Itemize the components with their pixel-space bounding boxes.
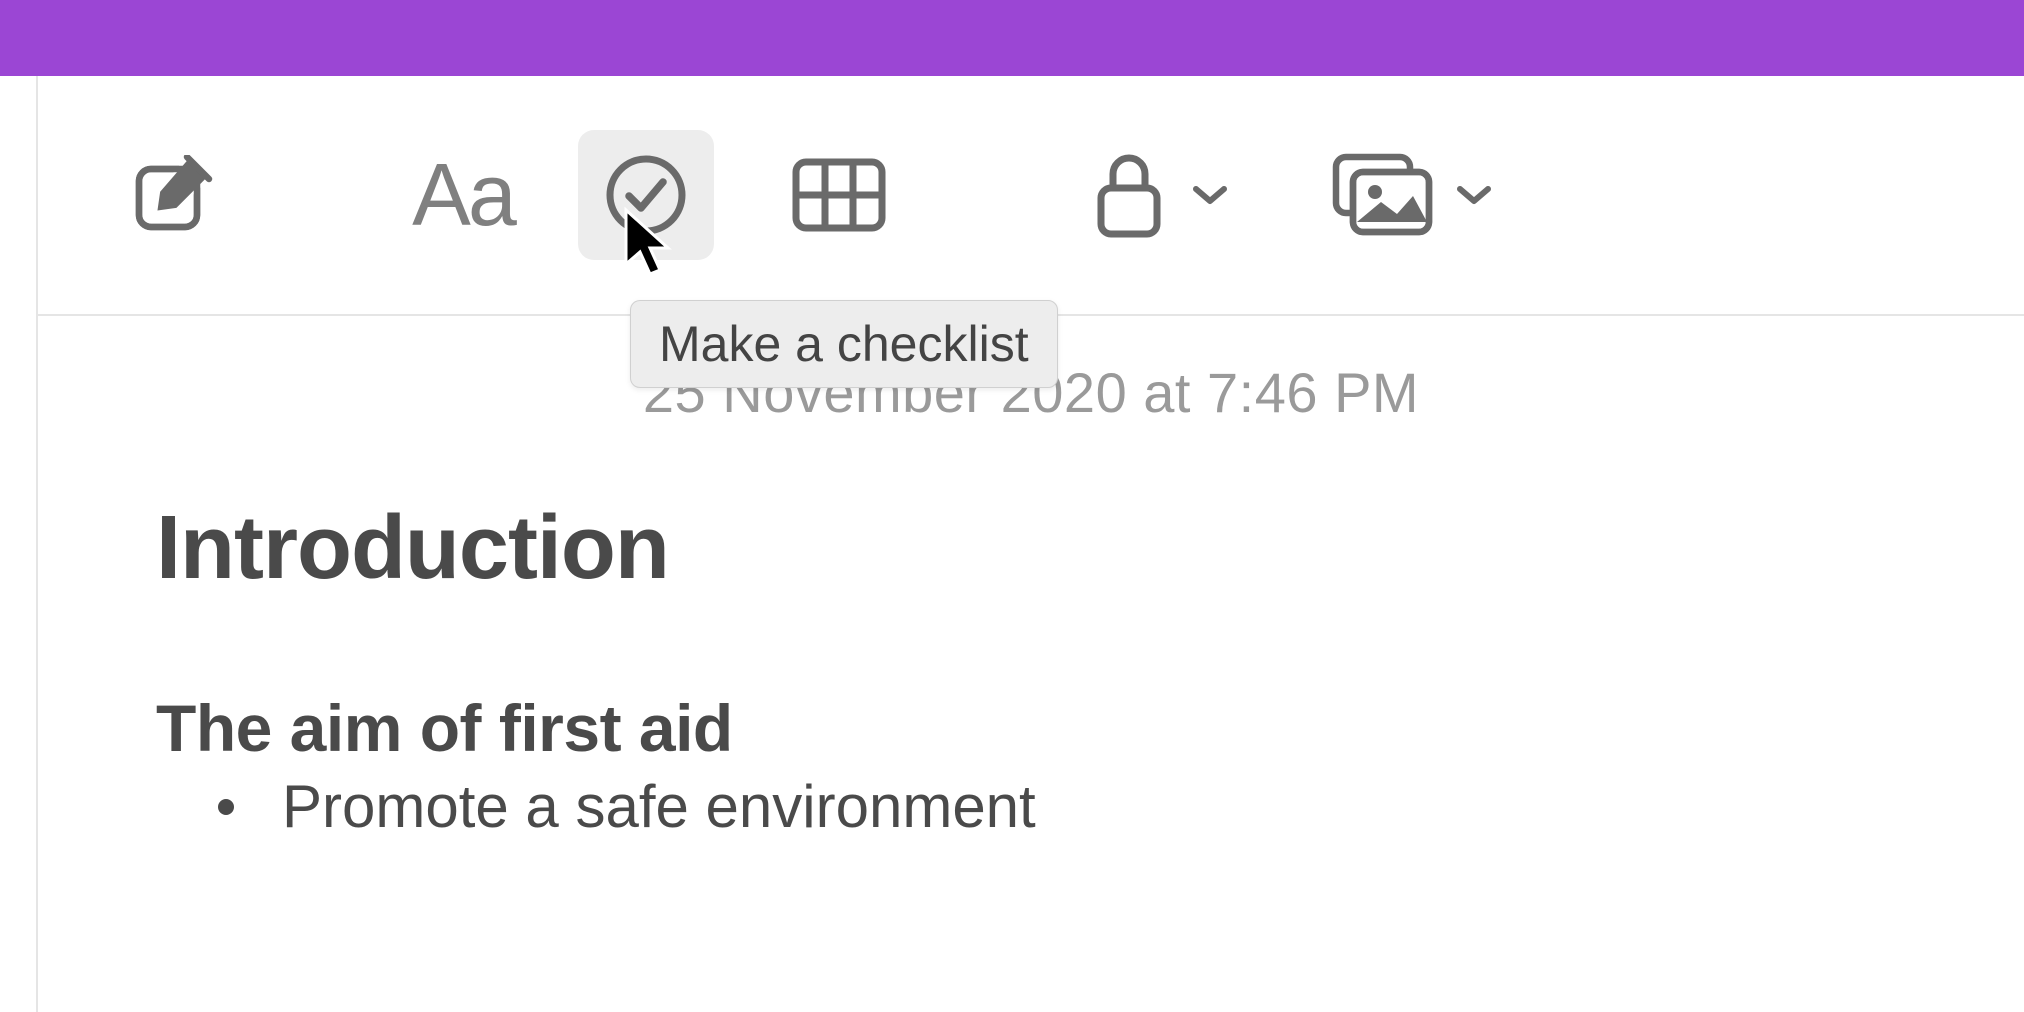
compose-button[interactable] — [108, 130, 238, 260]
image-dropdown-button[interactable] — [1456, 183, 1492, 207]
chevron-down-icon — [1192, 183, 1228, 207]
format-text-icon: Aa — [412, 144, 514, 246]
checklist-icon — [603, 152, 689, 238]
lock-dropdown-button[interactable] — [1192, 183, 1228, 207]
image-button[interactable] — [1318, 130, 1448, 260]
note-subtitle[interactable]: The aim of first aid — [156, 690, 2024, 766]
compose-icon — [133, 155, 213, 235]
lock-icon — [1095, 152, 1163, 238]
table-button[interactable] — [774, 130, 904, 260]
image-group — [1318, 130, 1492, 260]
lock-group — [1074, 130, 1228, 260]
table-icon — [792, 158, 886, 232]
toolbar: Aa — [38, 76, 2024, 316]
lock-button[interactable] — [1074, 130, 1184, 260]
bullet-row[interactable]: Promote a safe environment — [218, 772, 2024, 841]
note-title[interactable]: Introduction — [156, 497, 2024, 600]
checklist-button[interactable] — [578, 130, 714, 260]
format-button[interactable]: Aa — [398, 130, 528, 260]
tooltip: Make a checklist — [630, 300, 1058, 388]
chevron-down-icon — [1456, 183, 1492, 207]
bullet-dot-icon — [218, 799, 234, 815]
title-bar — [0, 0, 2024, 76]
bullet-text: Promote a safe environment — [282, 772, 1036, 841]
image-icon — [1331, 152, 1435, 238]
note-content: 25 November 2020 at 7:46 PM Introduction… — [38, 316, 2024, 841]
